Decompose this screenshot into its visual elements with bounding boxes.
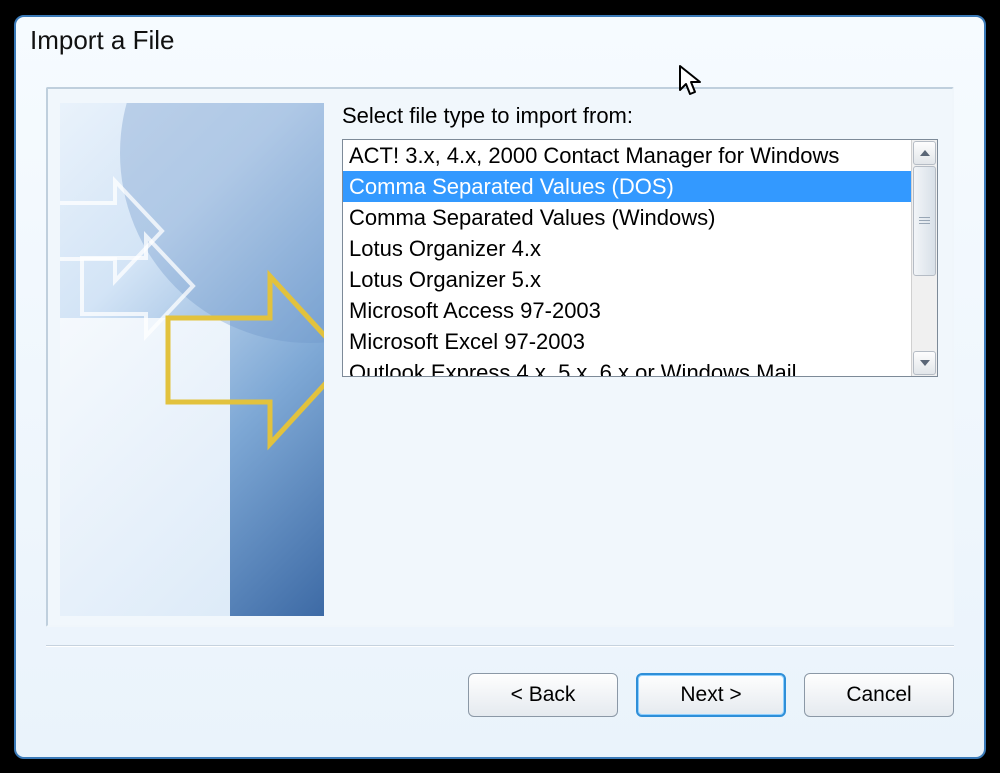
file-type-listbox[interactable]: ACT! 3.x, 4.x, 2000 Contact Manager for … bbox=[342, 139, 938, 377]
wizard-banner-image bbox=[60, 103, 324, 616]
file-type-option[interactable]: ACT! 3.x, 4.x, 2000 Contact Manager for … bbox=[343, 140, 911, 171]
back-button[interactable]: < Back bbox=[468, 673, 618, 717]
import-file-dialog: Import a File Select file type to import… bbox=[14, 15, 986, 759]
separator bbox=[46, 645, 954, 647]
file-type-option[interactable]: Microsoft Access 97-2003 bbox=[343, 295, 911, 326]
scroll-track[interactable] bbox=[912, 166, 937, 350]
file-type-picker-pane: Select file type to import from: ACT! 3.… bbox=[342, 89, 952, 625]
file-type-option[interactable]: Comma Separated Values (DOS) bbox=[343, 171, 911, 202]
next-button[interactable]: Next > bbox=[636, 673, 786, 717]
prompt-label: Select file type to import from: bbox=[342, 103, 938, 129]
scroll-up-button[interactable] bbox=[913, 141, 936, 165]
wizard-buttons: < Back Next > Cancel bbox=[468, 673, 954, 717]
cancel-button[interactable]: Cancel bbox=[804, 673, 954, 717]
scroll-down-button[interactable] bbox=[913, 351, 936, 375]
file-type-option[interactable]: Lotus Organizer 5.x bbox=[343, 264, 911, 295]
dialog-title: Import a File bbox=[16, 17, 984, 66]
wizard-content-panel: Select file type to import from: ACT! 3.… bbox=[46, 87, 954, 627]
file-type-option[interactable]: Microsoft Excel 97-2003 bbox=[343, 326, 911, 357]
file-type-option[interactable]: Lotus Organizer 4.x bbox=[343, 233, 911, 264]
scrollbar[interactable] bbox=[911, 140, 937, 376]
scroll-thumb[interactable] bbox=[913, 166, 936, 276]
file-type-option[interactable]: Outlook Express 4.x, 5.x, 6.x or Windows… bbox=[343, 357, 911, 376]
file-type-option[interactable]: Comma Separated Values (Windows) bbox=[343, 202, 911, 233]
